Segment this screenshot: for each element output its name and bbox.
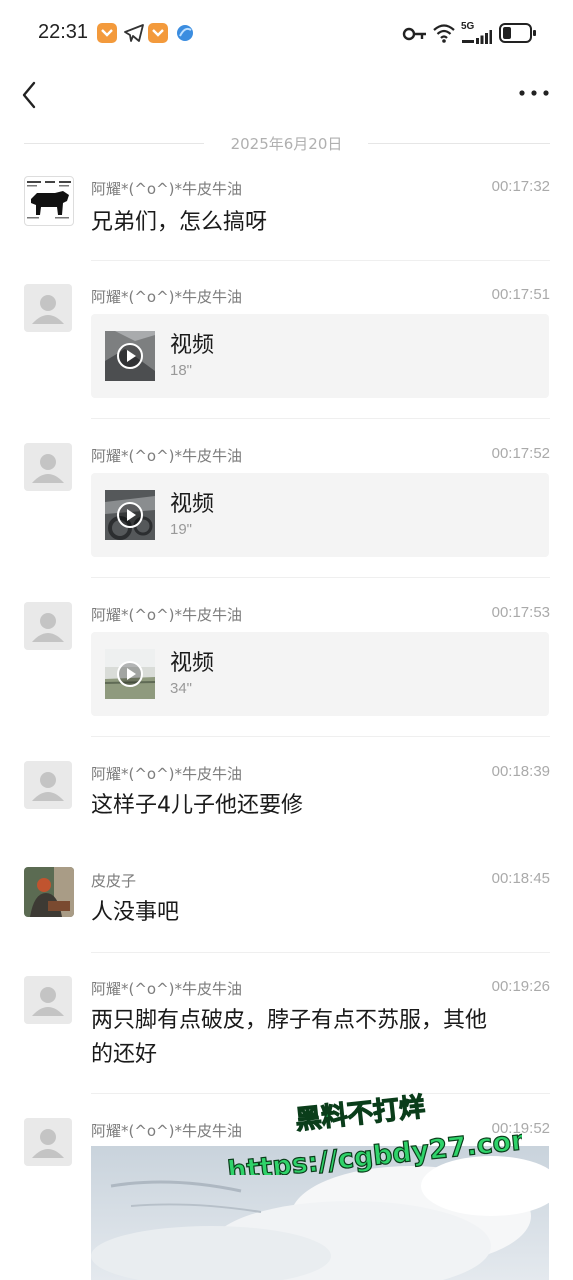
default-user-avatar[interactable] xyxy=(24,976,72,1024)
video-message-card[interactable]: 视频 34" xyxy=(91,632,549,716)
chat-nav-bar xyxy=(0,66,573,126)
message-item[interactable]: 皮皮子 00:18:45 人没事吧 xyxy=(0,862,573,952)
telegram-icon xyxy=(124,24,144,42)
sender-name: 阿耀*(^o^)*牛皮牛油 xyxy=(91,447,243,465)
message-text-line: 两只脚有点破皮，脖子有点不苏服，其他 xyxy=(91,1008,488,1033)
message-text: 这样子4儿子他还要修 xyxy=(91,793,303,818)
watermark-overlay: 黑料不打烊 https://cgbdy27.com xyxy=(225,1092,522,1175)
date-divider: 2025年6月20日 xyxy=(0,130,573,158)
person-photo-avatar[interactable] xyxy=(24,867,74,917)
watermark-line-1: 黑料不打烊 xyxy=(294,1092,426,1135)
message-time: 00:17:52 xyxy=(491,445,550,462)
sender-name: 阿耀*(^o^)*牛皮牛油 xyxy=(91,1122,243,1140)
default-user-avatar[interactable] xyxy=(24,1118,72,1166)
shield-badge-icon xyxy=(97,23,117,43)
video-thumbnail xyxy=(105,649,155,699)
chevron-left-icon[interactable] xyxy=(18,78,42,112)
play-icon xyxy=(117,661,143,687)
video-duration: 34" xyxy=(170,680,193,697)
default-user-avatar[interactable] xyxy=(24,443,72,491)
message-item[interactable]: 阿耀*(^o^)*牛皮牛油 00:17:53 视频 34" xyxy=(0,596,573,736)
message-item[interactable]: 阿耀*(^o^)*牛皮牛油 00:17:52 视频 19" xyxy=(0,437,573,577)
video-duration: 19" xyxy=(170,521,193,538)
shield-badge-icon xyxy=(148,23,168,43)
video-thumbnail xyxy=(105,490,155,540)
browser-app-icon xyxy=(177,25,193,41)
message-item[interactable]: 阿耀*(^o^)*牛皮牛油 00:17:32 兄弟们，怎么搞呀 xyxy=(0,170,573,260)
video-thumbnail xyxy=(105,331,155,381)
message-item[interactable]: 阿耀*(^o^)*牛皮牛油 00:17:51 视频 18" xyxy=(0,278,573,418)
signal-icon xyxy=(462,30,492,44)
video-label: 视频 xyxy=(170,333,215,358)
play-icon xyxy=(117,343,143,369)
message-time: 00:17:51 xyxy=(491,286,550,303)
sender-name: 皮皮子 xyxy=(91,872,137,890)
message-divider xyxy=(91,736,550,737)
wifi-icon xyxy=(433,24,455,43)
sender-name: 阿耀*(^o^)*牛皮牛油 xyxy=(91,288,243,306)
default-user-avatar[interactable] xyxy=(24,602,72,650)
message-divider xyxy=(91,260,550,261)
sender-name: 阿耀*(^o^)*牛皮牛油 xyxy=(91,765,243,783)
more-dots-icon[interactable] xyxy=(517,80,551,106)
default-user-avatar[interactable] xyxy=(24,761,72,809)
message-item[interactable]: 阿耀*(^o^)*牛皮牛油 00:19:26 两只脚有点破皮，脖子有点不苏服，其… xyxy=(0,970,573,1093)
video-message-card[interactable]: 视频 18" xyxy=(91,314,549,398)
default-user-avatar[interactable] xyxy=(24,284,72,332)
key-icon xyxy=(402,27,426,41)
status-time: 22:31 xyxy=(38,21,89,43)
video-label: 视频 xyxy=(170,651,215,676)
sender-name: 阿耀*(^o^)*牛皮牛油 xyxy=(91,980,243,998)
message-time: 00:17:53 xyxy=(491,604,550,621)
play-icon xyxy=(117,502,143,528)
message-time: 00:19:26 xyxy=(491,978,550,995)
video-label: 视频 xyxy=(170,492,215,517)
battery-icon xyxy=(499,23,536,43)
video-message-card[interactable]: 视频 19" xyxy=(91,473,549,557)
date-divider-label: 2025年6月20日 xyxy=(230,135,343,153)
message-divider xyxy=(91,577,550,578)
message-text: 人没事吧 xyxy=(91,900,180,925)
sender-name: 阿耀*(^o^)*牛皮牛油 xyxy=(91,180,243,198)
message-item[interactable]: 阿耀*(^o^)*牛皮牛油 00:18:39 这样子4儿子他还要修 xyxy=(0,755,573,850)
message-time: 00:17:32 xyxy=(491,178,550,195)
cow-diagram-avatar[interactable] xyxy=(24,176,74,226)
sender-name: 阿耀*(^o^)*牛皮牛油 xyxy=(91,606,243,624)
status-bar: 22:31 5G xyxy=(0,0,573,66)
message-divider xyxy=(91,418,550,419)
video-duration: 18" xyxy=(170,362,193,379)
message-text-line: 的还好 xyxy=(91,1042,158,1067)
message-divider xyxy=(91,952,550,953)
message-time: 00:18:45 xyxy=(491,870,550,887)
message-time: 00:18:39 xyxy=(491,763,550,780)
watermark-line-2: https://cgbdy27.com xyxy=(226,1124,522,1175)
message-text: 兄弟们，怎么搞呀 xyxy=(91,210,268,235)
